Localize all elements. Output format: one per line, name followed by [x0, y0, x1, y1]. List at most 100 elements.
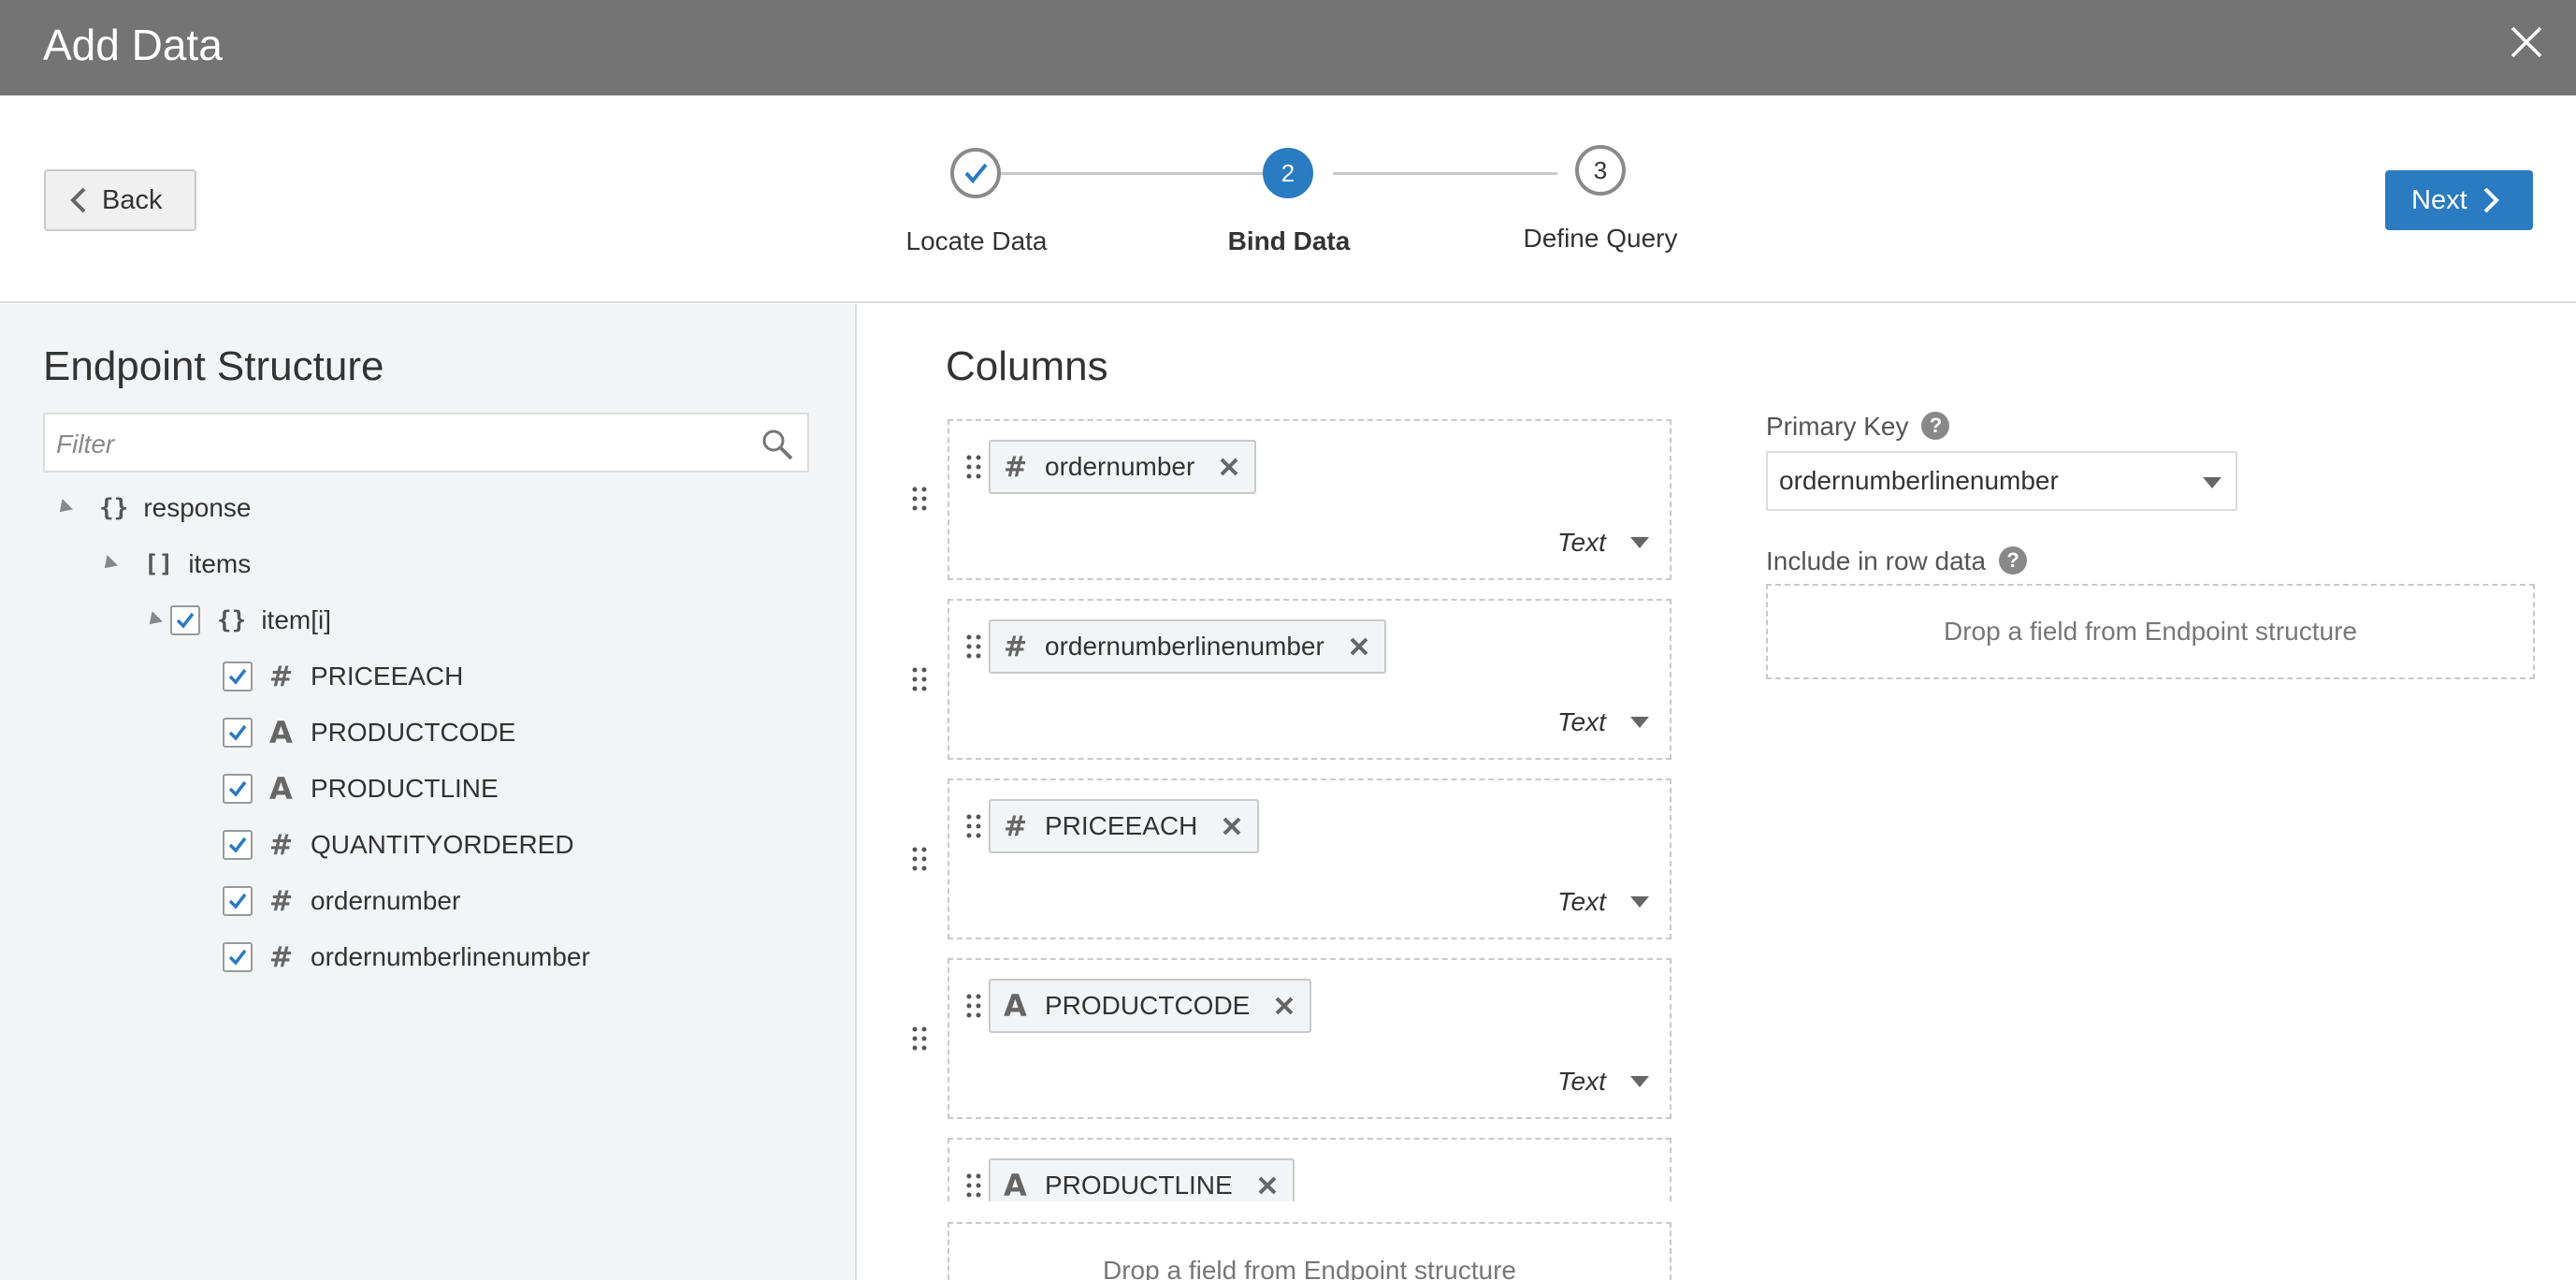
- chip-label: ordernumberlinenumber: [1045, 632, 1324, 661]
- checkmark-icon: [228, 780, 247, 797]
- chevron-left-icon: [70, 187, 86, 213]
- tree-field-productcode[interactable]: A PRODUCTCODE: [223, 714, 515, 751]
- column-field-chip[interactable]: A PRODUCTCODE: [989, 979, 1312, 1033]
- column-slot[interactable]: # PRICEEACH Text: [948, 778, 1672, 939]
- column-slot[interactable]: A PRODUCTLINE: [948, 1138, 1672, 1201]
- tree-node-label: item[i]: [261, 605, 331, 634]
- help-icon[interactable]: ?: [1921, 412, 1950, 440]
- remove-icon[interactable]: [1219, 457, 1239, 477]
- next-label: Next: [2411, 184, 2467, 215]
- drag-handle-icon[interactable]: [964, 1171, 983, 1200]
- help-icon[interactable]: ?: [1999, 546, 2028, 575]
- expand-triangle-icon[interactable]: [99, 555, 118, 574]
- column-slot[interactable]: # ordernumberlinenumber Text: [948, 599, 1672, 760]
- endpoint-structure-panel: Endpoint Structure Filter {} response []…: [0, 304, 857, 1280]
- remove-icon[interactable]: [1257, 1175, 1278, 1196]
- primary-key-value: ordernumberlinenumber: [1779, 466, 2059, 495]
- dialog-title: Add Data: [43, 21, 223, 69]
- checkbox[interactable]: [223, 886, 253, 916]
- caret-down-icon[interactable]: [1630, 717, 1649, 728]
- step-number: 2: [1281, 158, 1295, 187]
- checkbox[interactable]: [223, 662, 253, 691]
- remove-icon[interactable]: [1349, 636, 1369, 657]
- object-icon: {}: [217, 606, 247, 634]
- drag-handle-icon[interactable]: [964, 992, 983, 1020]
- tree-field-ordernumber[interactable]: # ordernumber: [223, 882, 460, 920]
- columns-title: Columns: [946, 343, 1108, 389]
- checkmark-icon: [964, 163, 988, 184]
- checkbox[interactable]: [223, 942, 253, 972]
- row-drag-handle-icon[interactable]: [910, 1025, 929, 1053]
- drop-hint: Drop a field from Endpoint structure: [1103, 1256, 1516, 1280]
- number-type-icon: #: [269, 884, 294, 918]
- expand-triangle-icon[interactable]: [144, 611, 163, 630]
- step-define-query[interactable]: 3: [1575, 145, 1626, 196]
- tree-node-items[interactable]: [] items: [99, 545, 251, 583]
- column-field-chip[interactable]: A PRODUCTLINE: [989, 1158, 1295, 1201]
- checkbox[interactable]: [223, 774, 253, 804]
- primary-key-label: Primary Key?: [1766, 412, 1950, 442]
- checkbox[interactable]: [223, 830, 253, 860]
- search-icon[interactable]: [760, 427, 795, 462]
- column-type-select[interactable]: Text: [1557, 887, 1606, 917]
- drag-handle-icon[interactable]: [964, 453, 983, 481]
- expand-triangle-icon[interactable]: [54, 499, 73, 517]
- filter-placeholder: Filter: [56, 429, 115, 458]
- row-drag-handle-icon[interactable]: [910, 665, 929, 693]
- tree-node-response[interactable]: {} response: [54, 489, 252, 527]
- number-type-icon: #: [1004, 450, 1028, 484]
- tree-field-productline[interactable]: A PRODUCTLINE: [223, 770, 499, 807]
- next-button[interactable]: Next: [2385, 170, 2533, 230]
- step-locate-data[interactable]: [950, 148, 1001, 198]
- drag-handle-icon[interactable]: [964, 633, 983, 661]
- checkmark-icon: [228, 949, 247, 966]
- column-type-select[interactable]: Text: [1557, 707, 1606, 737]
- row-drag-handle-icon[interactable]: [910, 485, 929, 513]
- remove-icon[interactable]: [1274, 996, 1295, 1016]
- filter-input[interactable]: Filter: [43, 413, 809, 473]
- checkbox[interactable]: [170, 605, 200, 635]
- back-button[interactable]: Back: [44, 169, 196, 231]
- back-label: Back: [102, 184, 163, 215]
- column-field-chip[interactable]: # ordernumberlinenumber: [989, 619, 1386, 674]
- close-icon[interactable]: [2505, 21, 2548, 64]
- columns-drop-zone[interactable]: Drop a field from Endpoint structure: [948, 1222, 1672, 1280]
- number-type-icon: #: [269, 828, 294, 862]
- dialog-title-bar: Add Data: [0, 0, 2576, 95]
- number-type-icon: #: [269, 940, 294, 974]
- object-icon: {}: [99, 494, 129, 522]
- endpoint-structure-title: Endpoint Structure: [43, 343, 384, 389]
- caret-down-icon[interactable]: [1630, 537, 1649, 548]
- tree-node-label: ordernumber: [311, 886, 461, 915]
- caret-down-icon[interactable]: [2203, 477, 2221, 488]
- step-bind-data[interactable]: 2: [1263, 148, 1313, 198]
- drag-handle-icon[interactable]: [964, 812, 983, 840]
- wizard-header: Back 2 3 Locate Data Bind Data Define Qu…: [0, 95, 2576, 303]
- remove-icon[interactable]: [1222, 816, 1242, 836]
- text-type-icon: A: [269, 715, 293, 750]
- drop-hint: Drop a field from Endpoint structure: [1944, 617, 2357, 646]
- checkmark-icon: [228, 724, 247, 741]
- tree-field-quantityordered[interactable]: # QUANTITYORDERED: [223, 826, 574, 864]
- checkbox[interactable]: [223, 718, 253, 748]
- step-connector: [1333, 172, 1557, 175]
- row-data-label: Include in row data?: [1766, 546, 2028, 576]
- tree-node-item[interactable]: {} item[i]: [144, 602, 331, 639]
- column-field-chip[interactable]: # ordernumber: [989, 440, 1257, 494]
- primary-key-select[interactable]: ordernumberlinenumber: [1766, 451, 2237, 511]
- chevron-right-icon: [2483, 187, 2499, 213]
- row-drag-handle-icon[interactable]: [910, 845, 929, 873]
- column-type-select[interactable]: Text: [1557, 1067, 1606, 1097]
- primary-key-label-text: Primary Key: [1766, 412, 1909, 441]
- column-slot[interactable]: # ordernumber Text: [948, 419, 1672, 580]
- caret-down-icon[interactable]: [1630, 1076, 1649, 1087]
- tree-field-ordernumberlinenumber[interactable]: # ordernumberlinenumber: [223, 938, 590, 976]
- caret-down-icon[interactable]: [1630, 896, 1649, 908]
- tree-field-priceeach[interactable]: # PRICEEACH: [223, 658, 463, 695]
- checkmark-icon: [228, 893, 247, 909]
- tree-node-label: QUANTITYORDERED: [311, 830, 574, 859]
- row-data-drop-zone[interactable]: Drop a field from Endpoint structure: [1766, 584, 2535, 679]
- column-field-chip[interactable]: # PRICEEACH: [989, 799, 1260, 853]
- column-type-select[interactable]: Text: [1557, 528, 1606, 558]
- column-slot[interactable]: A PRODUCTCODE Text: [948, 958, 1672, 1119]
